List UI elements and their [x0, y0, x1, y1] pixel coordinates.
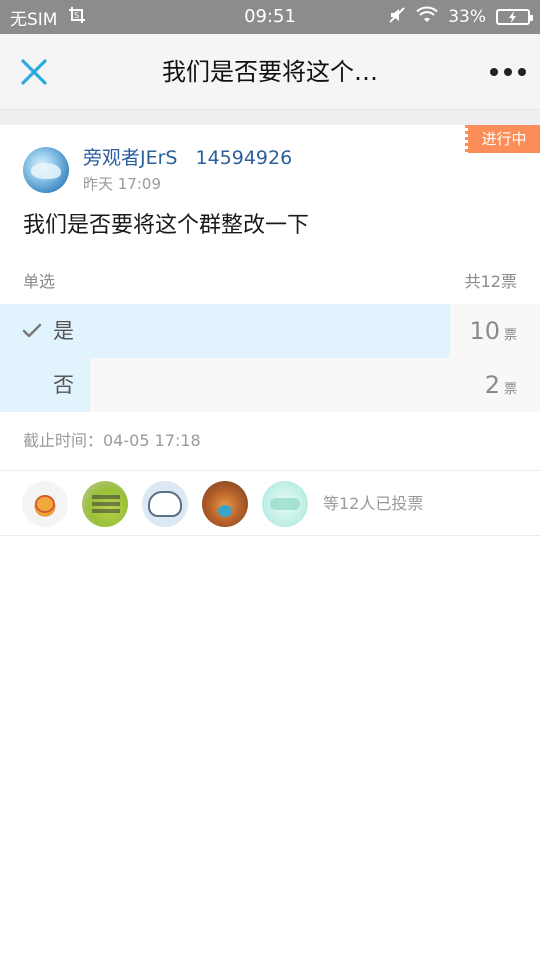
voter-avatar[interactable] — [202, 481, 248, 527]
voter-avatar[interactable] — [82, 481, 128, 527]
nav-bar: 我们是否要将这个… — [0, 34, 540, 110]
section-divider — [0, 110, 540, 125]
battery-percent: 33% — [448, 7, 486, 27]
deadline-text: 截止时间：04-05 17:18 — [23, 431, 201, 450]
voters-row[interactable]: 等12人已投票 — [0, 470, 540, 536]
option-count-unit: 票 — [503, 382, 517, 397]
avatar-image — [218, 505, 232, 517]
option-label: 否 — [53, 373, 74, 397]
avatar-image — [35, 495, 55, 513]
page-title: 我们是否要将这个… — [162, 58, 378, 86]
mute-icon — [388, 6, 406, 29]
voter-avatar[interactable] — [142, 481, 188, 527]
vote-option-no[interactable]: 否 2票 — [0, 358, 540, 412]
avatar-image — [92, 495, 120, 499]
author-id: 14594926 — [195, 147, 293, 169]
avatar[interactable] — [23, 147, 69, 193]
option-count-number: 10 — [469, 317, 500, 345]
avatar-image — [148, 491, 182, 517]
empty-area — [0, 536, 540, 960]
battery-charging-icon — [496, 9, 533, 25]
option-count: 2票 — [485, 358, 517, 412]
option-count: 10 票 — [469, 304, 517, 358]
vote-type-label: 单选 — [23, 272, 56, 291]
vote-progress-bar — [0, 358, 91, 412]
vote-total: 共12票 — [464, 272, 517, 291]
vote-question: 我们是否要将这个群整改一下 — [23, 213, 310, 238]
avatar-image — [270, 498, 300, 510]
voters-summary: 等12人已投票 — [323, 494, 424, 513]
post-time: 昨天 17:09 — [83, 175, 161, 193]
wifi-icon — [416, 6, 438, 29]
author-name: 旁观者JErS — [83, 147, 178, 169]
status-badge: 进行中 — [465, 125, 540, 153]
avatar-image — [31, 163, 61, 179]
status-bar: 无SIM S 09:51 33% — [0, 0, 540, 34]
status-right: 33% — [388, 0, 533, 34]
voter-avatar[interactable] — [22, 481, 68, 527]
close-icon[interactable] — [16, 54, 52, 90]
option-count-number: 2 — [484, 371, 500, 399]
vote-card: 进行中 旁观者JErS 14594926 昨天 17:09 我们是否要将这个群整改… — [0, 125, 540, 470]
voter-avatar[interactable] — [262, 481, 308, 527]
author-line[interactable]: 旁观者JErS 14594926 — [83, 143, 292, 170]
check-icon — [22, 321, 42, 341]
option-count-unit: 票 — [503, 328, 517, 343]
more-dot — [518, 68, 526, 76]
option-label: 是 — [53, 319, 74, 343]
more-dot — [490, 68, 498, 76]
more-icon[interactable] — [490, 60, 526, 84]
more-dot — [504, 68, 512, 76]
vote-option-yes[interactable]: 是 10 票 — [0, 304, 540, 358]
